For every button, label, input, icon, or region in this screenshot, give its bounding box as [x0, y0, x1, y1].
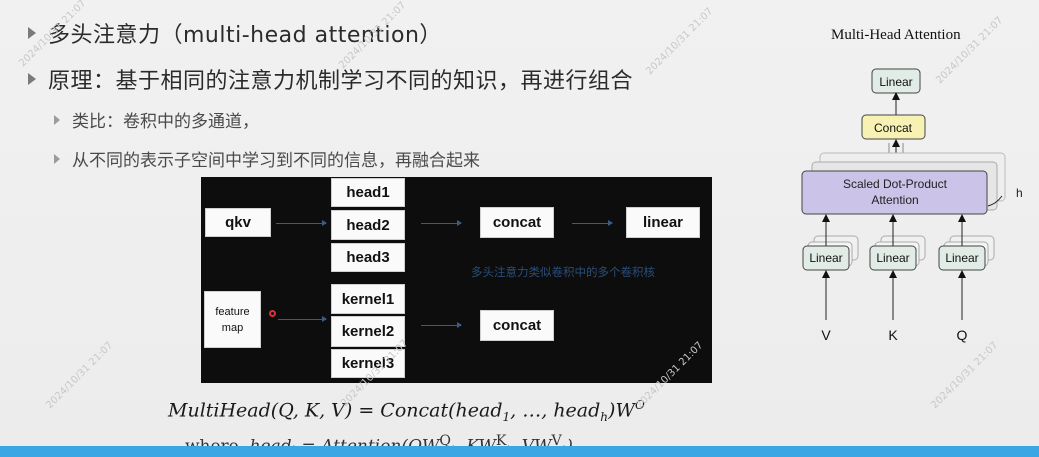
- linear-box: linear: [626, 207, 700, 238]
- arrow: [278, 316, 327, 322]
- input-q-label: Q: [957, 327, 968, 343]
- kernel2-box: kernel2: [331, 316, 405, 347]
- bottom-accent-bar: [0, 446, 1039, 457]
- multi-head-attention-figure: Multi-Head Attention Linear Concat Scale…: [790, 20, 1030, 350]
- linear-label: Linear: [945, 251, 978, 265]
- h-label: h: [1016, 186, 1023, 200]
- bullet-text: 类比：卷积中的多通道，: [72, 112, 259, 132]
- arrow: [572, 220, 613, 226]
- formula-sub: h: [600, 410, 609, 425]
- head3-box: head3: [331, 243, 405, 272]
- formula-part: , …, head: [510, 399, 601, 422]
- sdpa-label-line1: Scaled Dot-Product: [843, 177, 948, 191]
- kernel-label: kernel2: [341, 323, 395, 340]
- watermark: 2024/10/31 21:07: [644, 5, 716, 78]
- sdpa-label-line2: Attention: [871, 193, 918, 207]
- concat-label: concat: [492, 214, 542, 231]
- bullet-triangle-icon: [54, 153, 60, 164]
- linear-label: Linear: [876, 251, 909, 265]
- arrow: [276, 220, 327, 226]
- arrow: [421, 322, 462, 328]
- multihead-analogy-diagram: qkv head1 head2 head3 concat linear 多头注意…: [201, 177, 712, 383]
- kernel1-box: kernel1: [331, 284, 405, 314]
- head-label: head2: [346, 216, 390, 234]
- input-v-label: V: [821, 327, 831, 343]
- feature-map-label: map: [221, 321, 244, 334]
- bullet-principle: 原理：基于相同的注意力机制学习不同的知识，再进行组合: [28, 63, 633, 95]
- head2-box: head2: [331, 210, 405, 240]
- head-label: head3: [346, 249, 390, 266]
- qkv-box: qkv: [205, 208, 271, 237]
- sub-bullet-analogy: 类比：卷积中的多通道，: [54, 107, 259, 132]
- slide: 多头注意力（multi-head attention） 原理：基于相同的注意力机…: [0, 0, 1039, 457]
- linear-label: Linear: [809, 251, 842, 265]
- formula-sub: 1: [502, 410, 511, 425]
- head-label: head1: [346, 184, 390, 201]
- formula-part: MultiHead(Q, K, V) = Concat(head: [168, 399, 503, 422]
- formula-part: )W: [608, 399, 635, 422]
- figure-svg: Linear Concat Scaled Dot-Product Attenti…: [801, 68, 1023, 343]
- feature-map-label: feature: [215, 305, 250, 318]
- bullet-triangle-icon: [28, 27, 36, 39]
- cursor-dot-icon: [269, 310, 276, 317]
- multihead-formula: MultiHead(Q, K, V) = Concat(head1, …, he…: [168, 398, 645, 424]
- concat-box-top: concat: [480, 207, 554, 238]
- input-k-label: K: [888, 327, 898, 343]
- watermark: 2024/10/31 21:07: [929, 339, 1001, 412]
- linear-top-label: Linear: [879, 75, 912, 89]
- sub-bullet-subspace: 从不同的表示子空间中学习到不同的信息，再融合起来: [54, 146, 480, 171]
- analogy-note: 多头注意力类似卷积中的多个卷积核: [471, 265, 655, 279]
- qkv-label: qkv: [225, 214, 251, 231]
- feature-map-box: feature map: [204, 291, 261, 348]
- concat-box-bottom: concat: [480, 310, 554, 341]
- bullet-text: 从不同的表示子空间中学习到不同的信息，再融合起来: [72, 151, 480, 171]
- concat-label: Concat: [874, 121, 913, 135]
- bullet-triangle-icon: [54, 114, 60, 125]
- bullet-triangle-icon: [28, 73, 36, 85]
- linear-label: linear: [642, 214, 684, 231]
- bullet-text: 原理：基于相同的注意力机制学习不同的知识，再进行组合: [48, 69, 634, 94]
- head1-box: head1: [331, 178, 405, 207]
- watermark: 2024/10/31 21:07: [44, 339, 116, 412]
- concat-label: concat: [492, 317, 542, 334]
- arrow: [421, 220, 462, 226]
- kernel-label: kernel1: [341, 290, 395, 308]
